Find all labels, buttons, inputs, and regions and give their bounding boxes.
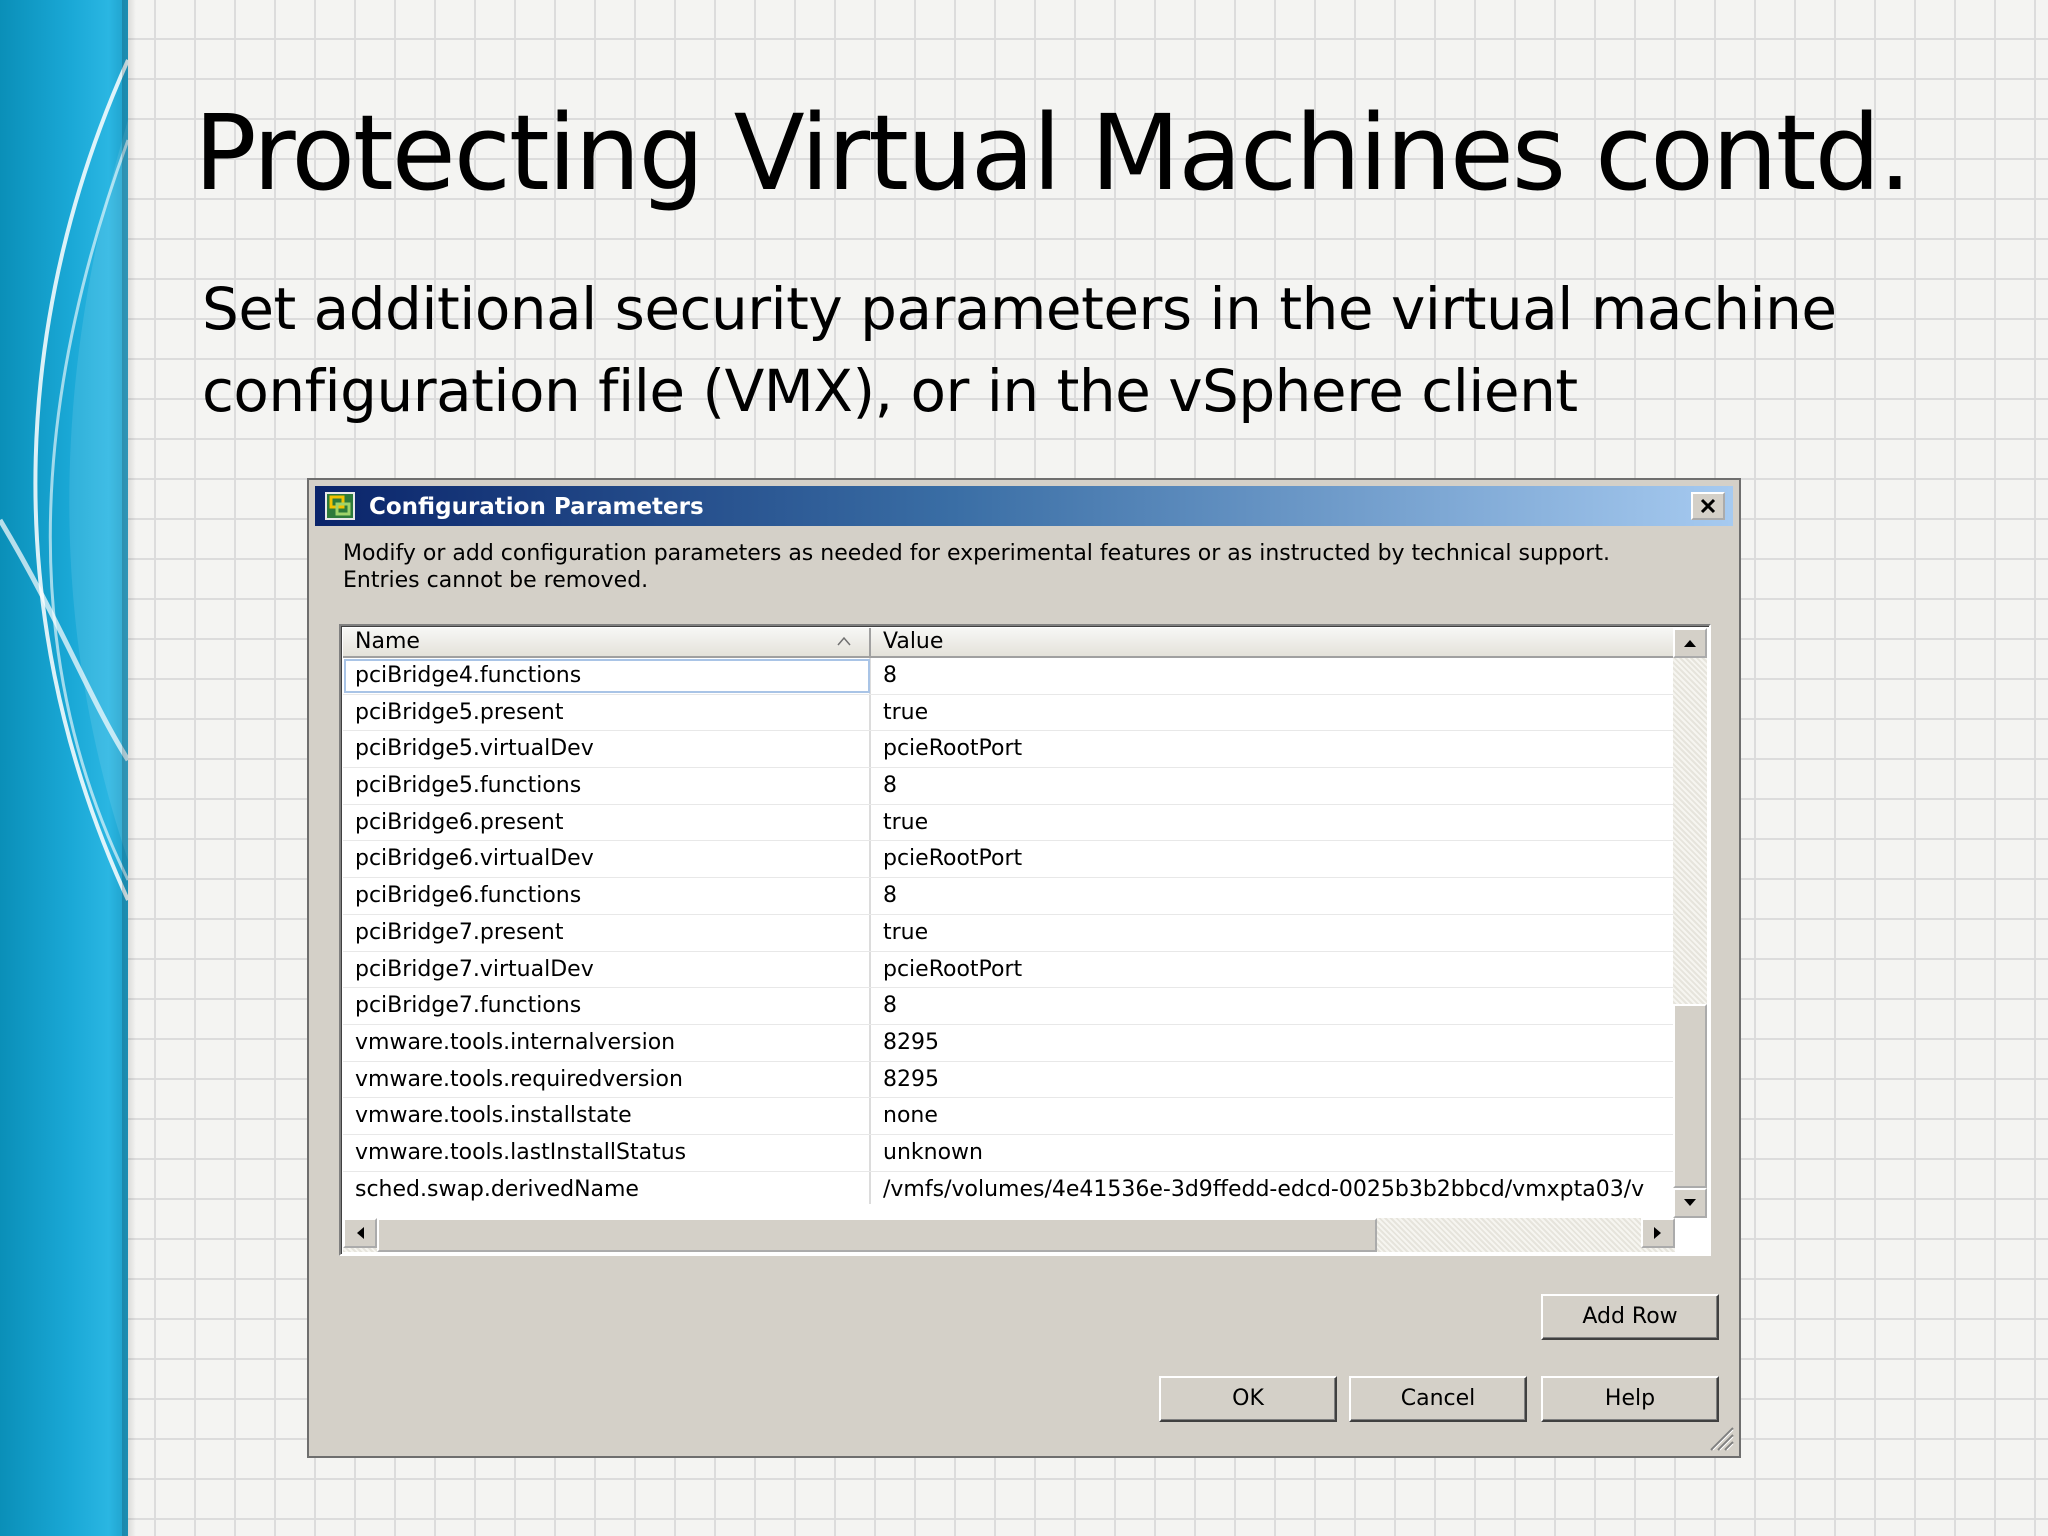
- table-row[interactable]: vmware.tools.requiredversion 8295: [343, 1061, 1675, 1099]
- close-icon: [1700, 498, 1716, 514]
- cell-name[interactable]: sched.swap.derivedName: [343, 1171, 871, 1204]
- cell-value[interactable]: pcieRootPort: [871, 952, 1675, 988]
- cell-name[interactable]: pciBridge7.functions: [343, 988, 871, 1024]
- table-row[interactable]: vmware.tools.internalversion 8295: [343, 1024, 1675, 1062]
- table-body: pciBridge4.functions 8 pciBridge5.presen…: [343, 658, 1675, 1204]
- cell-value[interactable]: unknown: [871, 1135, 1675, 1171]
- cell-name[interactable]: pciBridge5.present: [343, 694, 871, 731]
- slide-subtitle: Set additional security parameters in th…: [202, 275, 1837, 425]
- table-row[interactable]: pciBridge7.functions 8: [343, 988, 1675, 1025]
- swoosh-decoration: [0, 59, 128, 901]
- cell-value[interactable]: true: [871, 805, 1675, 841]
- column-header-name-label: Name: [355, 629, 420, 654]
- cell-name[interactable]: vmware.tools.lastInstallStatus: [343, 1134, 871, 1171]
- cell-name[interactable]: pciBridge6.functions: [343, 878, 871, 914]
- cell-value[interactable]: 8295: [871, 1062, 1675, 1098]
- scroll-right-button[interactable]: [1641, 1218, 1675, 1248]
- horizontal-scroll-thumb[interactable]: [377, 1218, 1377, 1252]
- cell-name[interactable]: vmware.tools.requiredversion: [343, 1061, 871, 1098]
- cell-name[interactable]: pciBridge6.present: [343, 804, 871, 841]
- close-button[interactable]: [1691, 492, 1725, 520]
- cell-value[interactable]: true: [871, 915, 1675, 951]
- scroll-down-button[interactable]: [1673, 1188, 1707, 1218]
- scroll-up-button[interactable]: [1673, 628, 1707, 658]
- sort-ascending-icon: [837, 636, 851, 646]
- cell-name[interactable]: pciBridge7.present: [343, 914, 871, 951]
- cell-name[interactable]: vmware.tools.installstate: [343, 1098, 871, 1134]
- cell-value[interactable]: none: [871, 1098, 1675, 1134]
- cell-value[interactable]: pcieRootPort: [871, 841, 1675, 877]
- band-shadow: [122, 0, 136, 1536]
- decorative-side-band: [0, 0, 128, 1536]
- cell-value[interactable]: 8: [871, 878, 1675, 914]
- cell-name[interactable]: pciBridge6.virtualDev: [343, 841, 871, 878]
- cell-value[interactable]: 8: [871, 658, 1675, 694]
- cell-name[interactable]: pciBridge5.functions: [343, 768, 871, 804]
- parameters-table: Name Value pciBridge4.functions 8 pciBri…: [339, 624, 1711, 1256]
- vertical-scrollbar[interactable]: [1673, 628, 1707, 1218]
- table-row[interactable]: pciBridge6.functions 8: [343, 878, 1675, 915]
- ok-button[interactable]: OK: [1159, 1376, 1337, 1422]
- cancel-button[interactable]: Cancel: [1349, 1376, 1527, 1422]
- instructions-line-1: Modify or add configuration parameters a…: [343, 541, 1610, 566]
- vertical-scroll-thumb[interactable]: [1673, 1004, 1707, 1188]
- table-row[interactable]: pciBridge5.virtualDev pcieRootPort: [343, 731, 1675, 769]
- table-row[interactable]: pciBridge6.virtualDev pcieRootPort: [343, 841, 1675, 879]
- help-button[interactable]: Help: [1541, 1376, 1719, 1422]
- table-row[interactable]: pciBridge5.present true: [343, 694, 1675, 732]
- arrow-up-icon: [1684, 640, 1696, 647]
- arrow-down-icon: [1684, 1199, 1696, 1206]
- table-row[interactable]: vmware.tools.installstate none: [343, 1098, 1675, 1135]
- table-row[interactable]: pciBridge4.functions 8: [343, 658, 1675, 695]
- cell-value[interactable]: /vmfs/volumes/4e41536e-3d9ffedd-edcd-002…: [871, 1172, 1675, 1204]
- horizontal-scrollbar[interactable]: [343, 1218, 1675, 1252]
- arrow-left-icon: [357, 1227, 364, 1239]
- instructions-line-2: Entries cannot be removed.: [343, 568, 649, 593]
- table-row[interactable]: pciBridge5.functions 8: [343, 768, 1675, 805]
- cell-value[interactable]: 8: [871, 768, 1675, 804]
- arrow-right-icon: [1654, 1227, 1661, 1239]
- cell-name[interactable]: pciBridge7.virtualDev: [343, 951, 871, 988]
- column-header-value[interactable]: Value: [871, 628, 1675, 658]
- vmware-app-icon: [325, 492, 355, 520]
- table-row[interactable]: pciBridge6.present true: [343, 804, 1675, 842]
- cell-value[interactable]: pcieRootPort: [871, 731, 1675, 767]
- cell-value[interactable]: true: [871, 695, 1675, 731]
- table-row[interactable]: sched.swap.derivedName /vmfs/volumes/4e4…: [343, 1171, 1675, 1204]
- cell-value[interactable]: 8: [871, 988, 1675, 1024]
- cell-value[interactable]: 8295: [871, 1025, 1675, 1061]
- add-row-button[interactable]: Add Row: [1541, 1294, 1719, 1340]
- slide-title: Protecting Virtual Machines contd.: [194, 92, 1912, 214]
- dialog-titlebar[interactable]: Configuration Parameters: [315, 486, 1733, 526]
- column-header-value-label: Value: [883, 629, 944, 654]
- table-row[interactable]: pciBridge7.virtualDev pcieRootPort: [343, 951, 1675, 989]
- scroll-left-button[interactable]: [343, 1218, 377, 1248]
- cell-name[interactable]: pciBridge4.functions: [343, 658, 871, 694]
- table-row[interactable]: pciBridge7.present true: [343, 914, 1675, 952]
- dialog-title: Configuration Parameters: [369, 494, 704, 520]
- table-row[interactable]: vmware.tools.lastInstallStatus unknown: [343, 1134, 1675, 1172]
- cell-name[interactable]: pciBridge5.virtualDev: [343, 731, 871, 768]
- column-header-name[interactable]: Name: [343, 628, 871, 658]
- resize-grip-icon[interactable]: [1705, 1422, 1735, 1452]
- configuration-parameters-dialog: Configuration Parameters Modify or add c…: [307, 478, 1741, 1458]
- cell-name[interactable]: vmware.tools.internalversion: [343, 1024, 871, 1061]
- table-header: Name Value: [343, 628, 1675, 658]
- dialog-instructions: Modify or add configuration parameters a…: [343, 540, 1713, 594]
